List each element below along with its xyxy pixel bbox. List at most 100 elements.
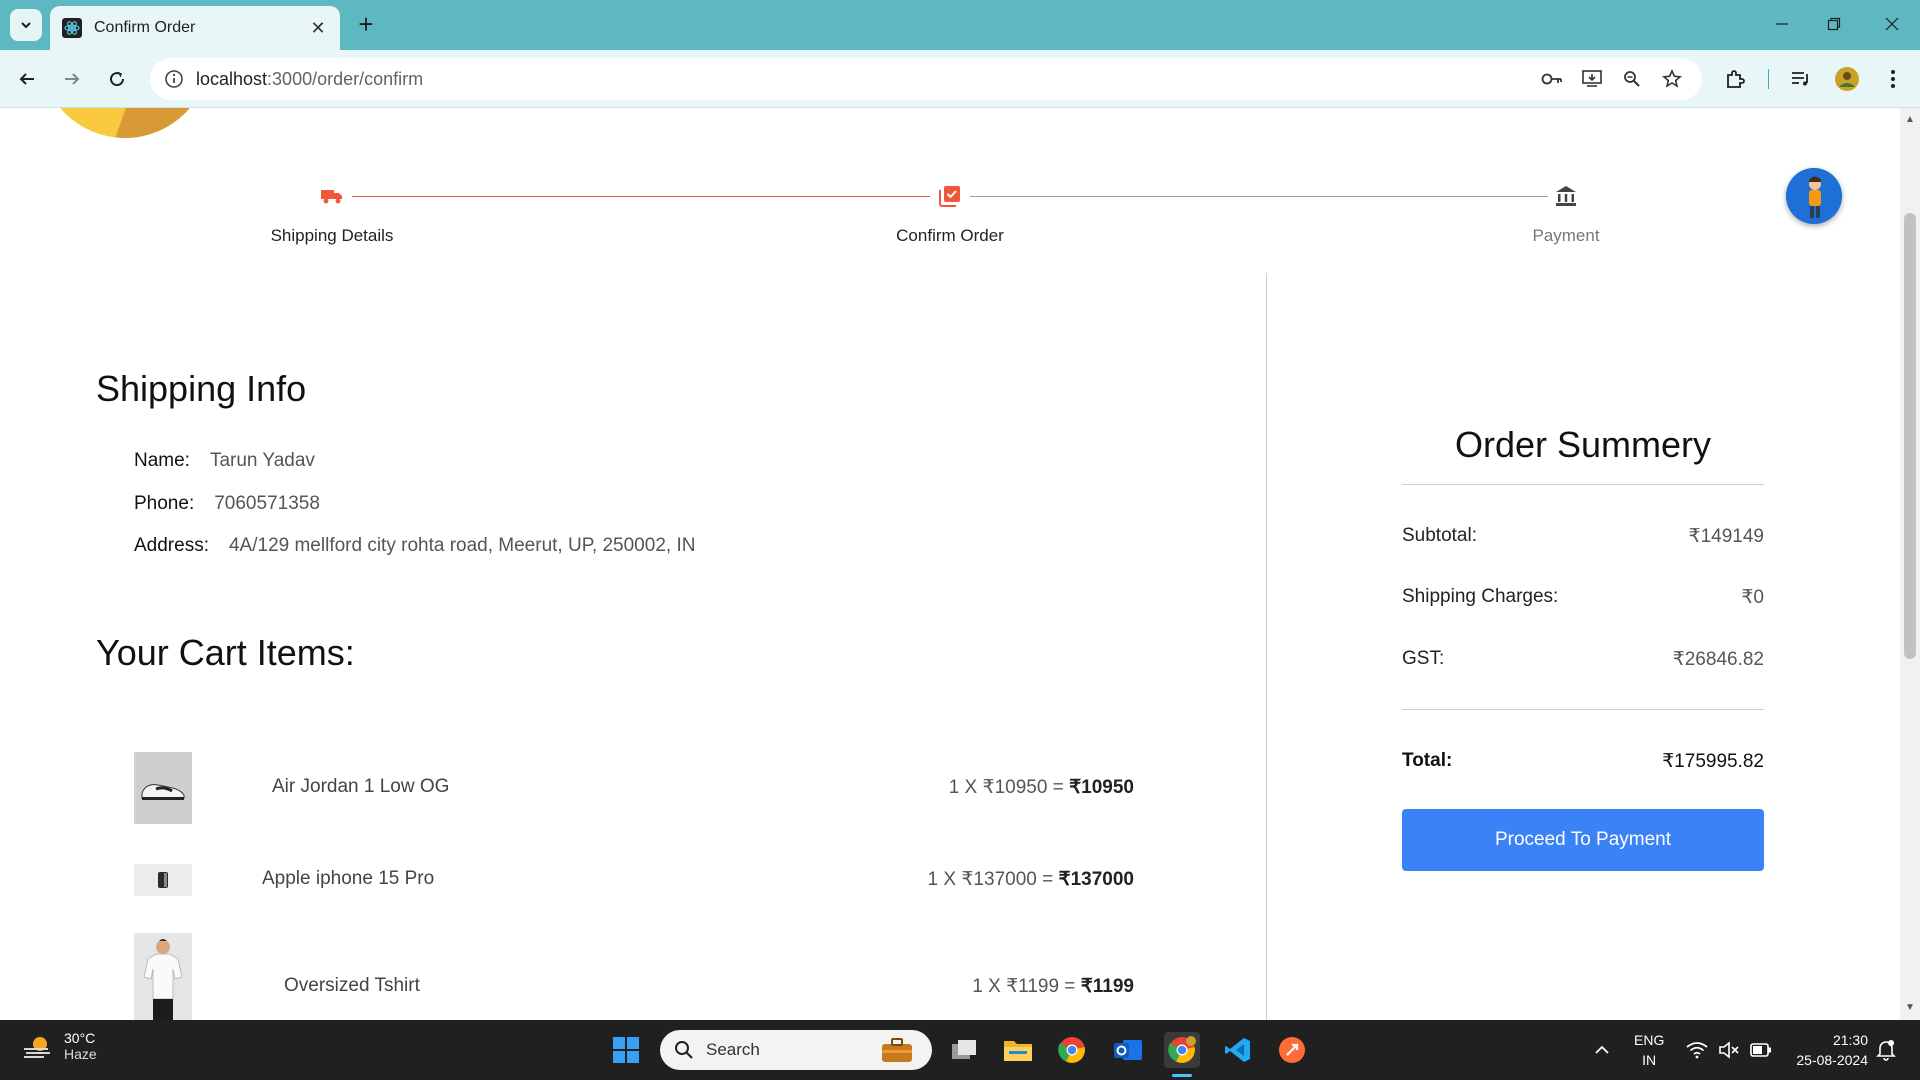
url-text: localhost:3000/order/confirm <box>196 69 423 90</box>
bank-icon <box>1552 182 1580 210</box>
page-scrollbar[interactable]: ▲ ▼ <box>1900 108 1920 1020</box>
shipping-charges-label: Shipping Charges: <box>1402 586 1559 607</box>
postman-button[interactable] <box>1274 1032 1310 1068</box>
cart-item-name[interactable]: Oversized Tshirt <box>284 975 420 997</box>
scrollbar-thumb[interactable] <box>1904 213 1916 659</box>
step-label: Payment <box>1532 226 1600 245</box>
cart-item-unit-price: 1 X ₹10950 = <box>948 777 1070 798</box>
postman-icon <box>1279 1037 1305 1063</box>
lang-code: ENG <box>1634 1032 1665 1048</box>
minimize-button[interactable] <box>1762 12 1802 36</box>
gst-value: ₹26846.82 <box>1672 649 1764 670</box>
new-tab-button[interactable]: + <box>352 11 380 39</box>
language-indicator[interactable]: ENG IN <box>1634 1030 1664 1070</box>
system-tray[interactable] <box>1686 1020 1772 1080</box>
reload-button[interactable] <box>100 62 134 96</box>
step-label: Confirm Order <box>896 226 1004 245</box>
cart-item-total: ₹10950 <box>1069 777 1134 798</box>
back-button[interactable] <box>10 62 44 96</box>
chevron-up-icon <box>1595 1045 1609 1054</box>
tab-title: Confirm Order <box>94 19 196 36</box>
briefcase-icon <box>882 1038 912 1062</box>
shipping-charges-row: Shipping Charges: ₹0 <box>1402 586 1764 609</box>
browser-menu-button[interactable] <box>1876 62 1910 96</box>
forward-button[interactable] <box>55 62 89 96</box>
tshirt-image-icon <box>143 939 183 1020</box>
cart-items-heading: Your Cart Items: <box>96 632 355 673</box>
user-avatar-fab[interactable] <box>1786 168 1842 224</box>
search-icon <box>675 1041 693 1059</box>
install-app-icon[interactable] <box>1580 67 1604 91</box>
restore-icon <box>1827 17 1841 31</box>
product-image <box>134 933 192 1020</box>
reload-icon <box>110 72 125 87</box>
cart-item: Apple iphone 15 Pro 1 X ₹137000 = ₹13700… <box>134 864 1134 896</box>
notifications-button[interactable] <box>1868 1032 1904 1068</box>
subtotal-row: Subtotal: ₹149149 <box>1402 525 1764 548</box>
scroll-down-icon[interactable]: ▼ <box>1904 1002 1916 1014</box>
browser-tab-active[interactable]: Confirm Order ✕ <box>50 6 340 50</box>
cart-item: Oversized Tshirt 1 X ₹1199 = ₹1199 <box>134 933 1134 1020</box>
tab-search-button[interactable] <box>10 9 42 41</box>
address-value: 4A/129 mellford city rohta road, Meerut,… <box>228 535 696 556</box>
tab-close-icon[interactable]: ✕ <box>308 18 328 39</box>
site-info-icon[interactable] <box>164 69 184 89</box>
media-queue-icon <box>1792 72 1808 86</box>
cart-item-price: 1 X ₹137000 = ₹137000 <box>928 868 1134 891</box>
shipping-info-heading: Shipping Info <box>96 368 307 409</box>
scroll-up-icon[interactable]: ▲ <box>1904 114 1916 126</box>
phone-label: Phone: <box>134 493 195 514</box>
order-summary-panel: Order Summery Subtotal: ₹149149 Shipping… <box>1402 424 1764 871</box>
name-value: Tarun Yadav <box>209 450 315 471</box>
restore-button[interactable] <box>1814 12 1854 36</box>
toolbar-separator <box>1768 69 1769 89</box>
media-control-button[interactable] <box>1784 62 1818 96</box>
bookmark-star-icon[interactable] <box>1660 67 1684 91</box>
cart-item-total: ₹137000 <box>1058 869 1135 890</box>
cart-item-name[interactable]: Apple iphone 15 Pro <box>262 868 434 890</box>
arrow-left-icon <box>19 73 34 85</box>
gst-label: GST: <box>1402 648 1445 669</box>
phone-value: 7060571358 <box>214 493 320 514</box>
sneaker-image-icon <box>141 784 185 800</box>
taskbar-clock[interactable]: 21:30 25-08-2024 <box>1796 1030 1868 1070</box>
address-bar[interactable]: localhost:3000/order/confirm <box>150 58 1702 100</box>
cart-item-unit-price: 1 X ₹1199 = <box>972 976 1081 997</box>
start-button[interactable] <box>608 1032 644 1068</box>
cart-item: Air Jordan 1 Low OG 1 X ₹10950 = ₹10950 <box>134 752 1134 824</box>
chrome-icon <box>1058 1037 1085 1063</box>
step-label: Shipping Details <box>270 226 394 245</box>
task-view-button[interactable] <box>946 1032 982 1068</box>
total-row: Total: ₹175995.82 <box>1402 750 1764 773</box>
browser-toolbar: localhost:3000/order/confirm <box>0 50 1920 108</box>
password-key-icon[interactable] <box>1540 67 1564 91</box>
close-window-button[interactable] <box>1872 12 1912 36</box>
url-host: localhost <box>196 68 268 89</box>
cart-item-name[interactable]: Air Jordan 1 Low OG <box>272 776 449 798</box>
url-path: :3000/order/confirm <box>267 68 424 89</box>
cart-item-unit-price: 1 X ₹137000 = <box>927 869 1059 890</box>
chrome-active-button[interactable] <box>1164 1032 1200 1068</box>
zoom-icon[interactable] <box>1620 67 1644 91</box>
name-label: Name: <box>134 450 190 471</box>
weather-widget[interactable]: 30°C Haze <box>22 1030 97 1062</box>
chrome-button[interactable] <box>1054 1032 1090 1068</box>
folder-icon <box>1004 1041 1032 1061</box>
proceed-to-payment-button[interactable]: Proceed To Payment <box>1402 809 1764 871</box>
outlook-button[interactable] <box>1110 1032 1146 1068</box>
show-hidden-icons-button[interactable] <box>1584 1032 1620 1068</box>
battery-icon <box>1750 1043 1771 1057</box>
file-explorer-button[interactable] <box>1000 1032 1036 1068</box>
extensions-button[interactable] <box>1718 62 1752 96</box>
vscode-button[interactable] <box>1220 1032 1256 1068</box>
phone-image-icon <box>158 872 168 888</box>
clock-time: 21:30 <box>1832 1032 1868 1048</box>
arrow-right-icon <box>65 73 80 85</box>
step-payment: Payment <box>1446 182 1686 246</box>
windows-taskbar: 30°C Haze Search ENG IN 21:30 25-08-2024 <box>0 1020 1920 1080</box>
weather-temp: 30°C <box>64 1030 96 1046</box>
active-app-indicator <box>1172 1074 1192 1077</box>
close-icon <box>1885 17 1899 31</box>
taskbar-search[interactable]: Search <box>660 1030 932 1070</box>
profile-avatar-button[interactable] <box>1830 62 1864 96</box>
